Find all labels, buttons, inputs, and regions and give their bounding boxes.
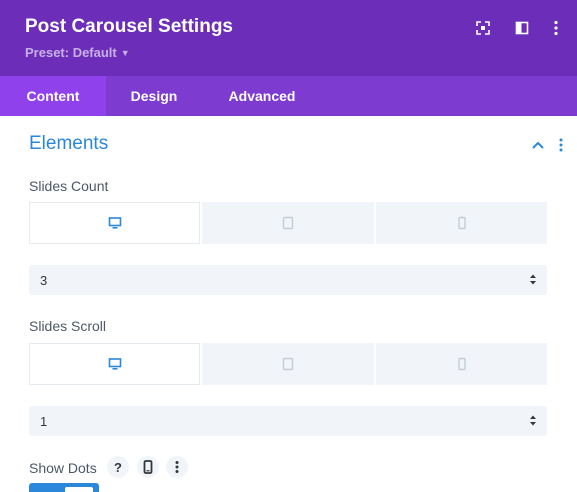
slides-count-label: Slides Count — [29, 178, 109, 194]
caret-down-icon: ▼ — [120, 48, 130, 58]
more-vertical-icon[interactable] — [547, 19, 565, 37]
chevron-up-icon[interactable] — [530, 137, 546, 153]
select-arrows-icon — [530, 415, 536, 426]
desktop-icon — [108, 358, 121, 370]
slides-scroll-label: Slides Scroll — [29, 318, 107, 334]
preset-dropdown[interactable]: Preset: Default ▼ — [25, 45, 130, 60]
more-glyph — [175, 461, 179, 473]
expand-icon[interactable] — [474, 19, 492, 37]
show-dots-label: Show Dots — [29, 460, 97, 476]
slides-count-select[interactable]: 3 — [29, 265, 547, 295]
tab-design[interactable]: Design — [120, 76, 188, 116]
phone-tab[interactable] — [376, 202, 547, 244]
show-dots-toggle[interactable] — [29, 483, 99, 492]
help-icon[interactable]: ? — [107, 456, 129, 478]
slides-scroll-value: 1 — [40, 414, 48, 429]
phone-glyph — [143, 460, 153, 474]
desktop-tab[interactable] — [29, 202, 200, 244]
desktop-icon — [108, 217, 121, 229]
sidebar-layout-icon[interactable] — [513, 19, 531, 37]
section-title[interactable]: Elements — [29, 133, 108, 155]
toggle-knob — [65, 487, 93, 492]
tablet-icon — [282, 216, 294, 230]
tab-content[interactable]: Content — [0, 76, 106, 116]
preset-label: Preset: Default — [25, 45, 117, 60]
phone-icon — [457, 216, 466, 230]
more-vertical-icon[interactable] — [166, 456, 188, 478]
select-arrows-icon — [530, 274, 536, 285]
phone-icon[interactable] — [137, 456, 159, 478]
tablet-tab[interactable] — [202, 202, 374, 244]
slides-count-value: 3 — [40, 273, 48, 288]
tablet-tab[interactable] — [202, 343, 374, 385]
modal-title: Post Carousel Settings — [25, 16, 233, 37]
phone-icon — [457, 357, 466, 371]
slides-scroll-select[interactable]: 1 — [29, 406, 547, 436]
tab-advanced[interactable]: Advanced — [218, 76, 306, 116]
settings-tabs: Content Design Advanced — [0, 76, 577, 116]
tablet-icon — [282, 357, 294, 371]
desktop-tab[interactable] — [29, 343, 200, 385]
section-more-icon[interactable] — [555, 137, 567, 153]
settings-header: Post Carousel Settings Preset: Default ▼ — [0, 0, 577, 76]
slides-count-device-tabs — [29, 202, 547, 244]
phone-tab[interactable] — [376, 343, 547, 385]
slides-scroll-device-tabs — [29, 343, 547, 385]
